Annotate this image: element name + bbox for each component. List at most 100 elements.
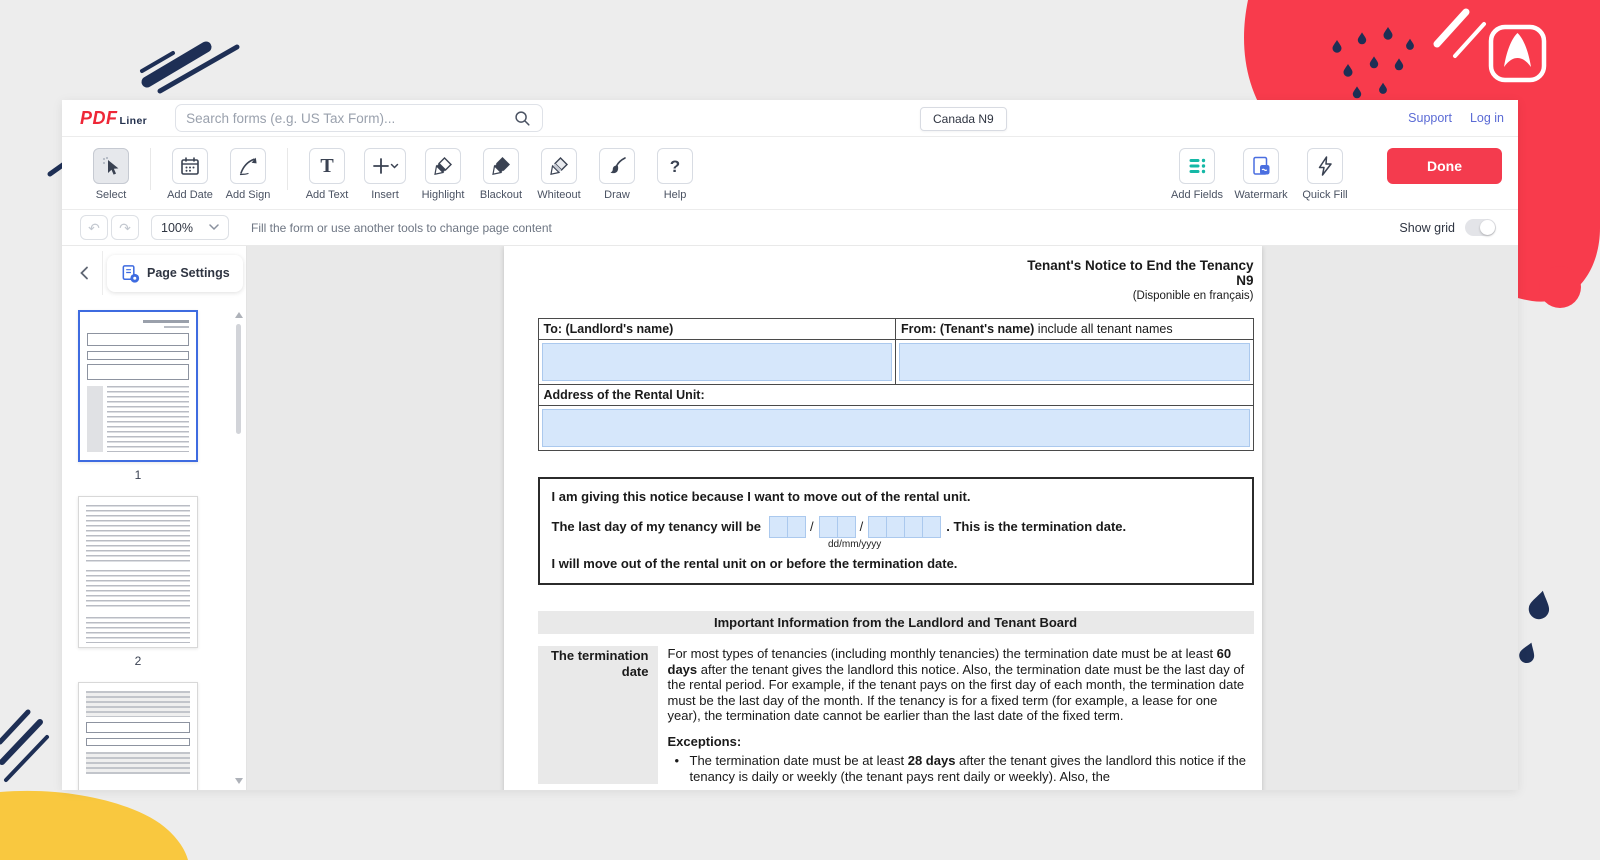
- text-tool-icon: T: [320, 155, 334, 177]
- quick-fill-button[interactable]: Quick Fill: [1293, 148, 1357, 201]
- toolbar-divider: [287, 148, 288, 190]
- header-links: Support Log in: [1408, 111, 1504, 125]
- date-year-cell[interactable]: [922, 516, 942, 538]
- main-toolbar: Select Add Date Add Sign T Add Text Inse…: [62, 137, 1518, 210]
- date-month-cell[interactable]: [818, 516, 838, 538]
- page-settings-label: Page Settings: [147, 266, 230, 280]
- whiteout-marker-icon: [550, 157, 568, 175]
- watermark-button[interactable]: Watermark: [1229, 148, 1293, 201]
- search-icon[interactable]: [512, 108, 532, 128]
- question-mark-icon: ?: [669, 156, 681, 176]
- date-day-cell[interactable]: [787, 516, 807, 538]
- scroll-down-arrow[interactable]: [235, 778, 243, 784]
- app-header: PDF Liner Canada N9 Support Log in: [62, 100, 1518, 137]
- watermark-document-icon: [1253, 156, 1270, 175]
- draw-button[interactable]: Draw: [588, 148, 646, 201]
- notice-line2-post: . This is the termination date.: [946, 519, 1127, 534]
- page-thumbnails-list: 1 2: [62, 300, 214, 790]
- rental-unit-address-header: Address of the Rental Unit:: [537, 384, 1254, 406]
- select-tool-button[interactable]: Select: [82, 148, 140, 201]
- add-text-button[interactable]: T Add Text: [298, 148, 356, 201]
- notice-line3: I will move out of the rental unit on or…: [551, 556, 958, 571]
- redo-button[interactable]: ↷: [111, 215, 139, 240]
- date-month-cell[interactable]: [836, 516, 856, 538]
- pdfliner-logo[interactable]: PDF Liner: [80, 108, 147, 129]
- highlight-button[interactable]: Highlight: [414, 148, 472, 201]
- blackout-button[interactable]: Blackout: [472, 148, 530, 201]
- page-settings-icon: [122, 264, 140, 283]
- fields-list-icon: [1189, 158, 1206, 174]
- add-sign-button[interactable]: Add Sign: [219, 148, 277, 201]
- help-button[interactable]: ? Help: [646, 148, 704, 201]
- show-grid-label: Show grid: [1399, 220, 1455, 235]
- page-thumbnail-1[interactable]: [78, 310, 198, 462]
- add-fields-button[interactable]: Add Fields: [1165, 148, 1229, 201]
- thumbnail-preview: [79, 683, 197, 782]
- page-settings-button[interactable]: Page Settings: [107, 254, 243, 292]
- exceptions-label: Exceptions:: [667, 733, 742, 749]
- add-date-button[interactable]: Add Date: [161, 148, 219, 201]
- secondary-toolbar: ↶ ↷ 100% Fill the form or use another to…: [62, 210, 1518, 246]
- logo-text-pdf: PDF: [80, 107, 118, 128]
- collapse-sidebar-button[interactable]: [72, 261, 96, 285]
- tool-label: Add Fields: [1171, 189, 1223, 201]
- insert-button[interactable]: Insert: [356, 148, 414, 201]
- zoom-select[interactable]: 100%: [151, 215, 229, 240]
- yellow-blob-shape: [0, 790, 188, 860]
- undo-button[interactable]: ↶: [80, 215, 108, 240]
- pdfliner-app-window: PDF Liner Canada N9 Support Log in Sel: [62, 100, 1518, 790]
- page-number: 1: [134, 468, 142, 482]
- logo-text-liner: Liner: [119, 114, 148, 127]
- form-number: N9: [1236, 273, 1254, 288]
- tool-label: Insert: [371, 189, 399, 201]
- tool-label: Help: [663, 189, 687, 201]
- tool-label: Add Date: [167, 189, 213, 201]
- rental-address-field[interactable]: [541, 409, 1250, 447]
- calendar-icon: [181, 157, 199, 175]
- tool-label: Add Text: [305, 189, 349, 201]
- date-year-cell[interactable]: [868, 516, 888, 538]
- sidebar-scrollbar[interactable]: [234, 312, 244, 784]
- undo-icon: ↶: [88, 219, 100, 236]
- support-link[interactable]: Support: [1408, 111, 1452, 125]
- termination-date-section: The termination date For most types of t…: [537, 646, 1254, 784]
- tenant-name-field[interactable]: [899, 343, 1250, 381]
- toggle-knob: [1480, 220, 1495, 235]
- pdfliner-logo-icon: [1488, 24, 1547, 83]
- termination-date-field[interactable]: / / dd/mm/yyyy: [769, 516, 942, 550]
- from-tenant-header: From: (Tenant's name) include all tenant…: [895, 318, 1254, 340]
- date-format-hint: dd/mm/yyyy: [827, 539, 882, 550]
- page-thumbnail-3[interactable]: [78, 682, 198, 790]
- search-input[interactable]: [186, 110, 513, 126]
- tool-label: Select: [95, 189, 127, 201]
- toolbar-right-group: Add Fields Watermark Quick Fill Done: [1165, 148, 1510, 201]
- whiteout-button[interactable]: Whiteout: [530, 148, 588, 201]
- date-day-cell[interactable]: [769, 516, 789, 538]
- landlord-name-field[interactable]: [541, 343, 892, 381]
- pdf-page: Tenant's Notice to End the Tenancy N9 (D…: [503, 246, 1262, 790]
- done-button[interactable]: Done: [1387, 148, 1502, 184]
- thumbnail-preview: [80, 312, 196, 460]
- date-separator: /: [810, 519, 814, 534]
- section-row-label: The termination date: [537, 646, 658, 784]
- scrollbar-thumb[interactable]: [236, 324, 241, 434]
- date-year-cell[interactable]: [904, 516, 924, 538]
- date-separator: /: [859, 519, 864, 534]
- select-cursor-icon: [103, 157, 119, 175]
- search-form[interactable]: [175, 104, 544, 132]
- page-thumbnail-2[interactable]: [78, 496, 198, 648]
- ink-drops-decoration: [1332, 27, 1414, 99]
- login-link[interactable]: Log in: [1470, 111, 1504, 125]
- zoom-value: 100%: [161, 220, 193, 235]
- tool-label: Quick Fill: [1302, 189, 1348, 201]
- notice-statement-box: I am giving this notice because I want t…: [537, 477, 1254, 585]
- page-number: 2: [134, 654, 142, 668]
- redo-icon: ↷: [119, 219, 131, 236]
- tool-label: Draw: [604, 189, 630, 201]
- date-year-cell[interactable]: [886, 516, 906, 538]
- show-grid-toggle[interactable]: [1465, 219, 1496, 236]
- panel-divider: [102, 251, 103, 295]
- scroll-up-arrow[interactable]: [235, 312, 243, 318]
- termination-paragraph: For most types of tenancies (including m…: [667, 646, 1245, 723]
- tool-label: Add Sign: [225, 189, 271, 201]
